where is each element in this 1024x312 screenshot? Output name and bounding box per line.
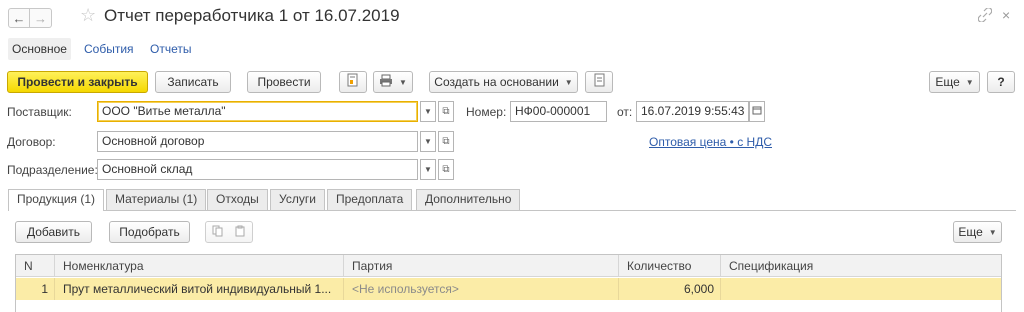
link-icon[interactable] xyxy=(977,7,993,25)
help-button[interactable]: ? xyxy=(987,71,1015,93)
pick-button[interactable]: Подобрать xyxy=(109,221,190,243)
report-button[interactable] xyxy=(339,71,367,93)
more-label: Еще xyxy=(935,75,960,89)
column-header-batch[interactable]: Партия xyxy=(344,255,619,277)
date-label: от: xyxy=(617,105,633,119)
post-button[interactable]: Провести xyxy=(247,71,321,93)
tab-products[interactable]: Продукция (1) xyxy=(8,189,105,211)
cell-batch[interactable]: <Не используется> xyxy=(344,278,619,300)
division-field[interactable]: Основной склад xyxy=(97,159,418,180)
contract-dropdown-button[interactable]: ▼ xyxy=(420,131,436,152)
copy-paste-group[interactable] xyxy=(205,221,253,243)
chevron-down-icon: ▼ xyxy=(965,78,974,87)
open-window-icon: ⧉ xyxy=(442,106,450,117)
section-tab-main[interactable]: Основное xyxy=(8,38,71,60)
number-label: Номер: xyxy=(466,105,507,119)
chevron-down-icon: ▼ xyxy=(424,165,432,174)
price-type-link[interactable]: Оптовая цена • с НДС xyxy=(649,135,772,149)
calendar-button[interactable] xyxy=(749,101,765,122)
add-row-button[interactable]: Добавить xyxy=(15,221,92,243)
tab-waste[interactable]: Отходы xyxy=(207,189,268,210)
copy-icon xyxy=(212,223,224,243)
open-window-icon: ⧉ xyxy=(442,136,450,147)
division-open-button[interactable]: ⧉ xyxy=(438,159,454,180)
create-based-on-label: Создать на основании xyxy=(434,75,559,89)
cell-quantity[interactable]: 6,000 xyxy=(619,278,721,300)
contract-open-button[interactable]: ⧉ xyxy=(438,131,454,152)
column-header-n[interactable]: N xyxy=(16,255,55,277)
supplier-open-button[interactable]: ⧉ xyxy=(438,101,454,122)
structure-button[interactable] xyxy=(585,71,613,93)
create-based-on-button[interactable]: Создать на основании ▼ xyxy=(429,71,578,93)
open-window-icon: ⧉ xyxy=(442,164,450,175)
forward-button[interactable]: → xyxy=(30,8,52,28)
document-structure-icon xyxy=(593,73,606,93)
supplier-dropdown-button[interactable]: ▼ xyxy=(420,101,436,122)
tab-additional[interactable]: Дополнительно xyxy=(416,189,521,210)
favorite-star-icon[interactable]: ☆ xyxy=(80,6,96,24)
chevron-down-icon: ▼ xyxy=(988,228,997,237)
post-and-close-button[interactable]: Провести и закрыть xyxy=(7,71,148,93)
contract-field[interactable]: Основной договор xyxy=(97,131,418,152)
cell-item[interactable]: Прут металлический витой индивидуальный … xyxy=(55,278,344,300)
page-title: Отчет переработчика 1 от 16.07.2019 xyxy=(104,6,400,25)
products-table: N Номенклатура Партия Количество Специфи… xyxy=(15,254,1002,312)
arrow-right-icon: → xyxy=(34,10,47,26)
close-icon[interactable]: × xyxy=(1002,7,1010,23)
print-button[interactable]: ▼ xyxy=(373,71,413,93)
table-more-button[interactable]: Еще ▼ xyxy=(953,221,1002,243)
back-button[interactable]: ← xyxy=(8,8,30,28)
chevron-down-icon: ▼ xyxy=(424,107,432,116)
supplier-label: Поставщик: xyxy=(7,105,72,119)
supplier-field[interactable]: ООО "Витье металла" xyxy=(97,101,418,122)
paste-icon xyxy=(234,223,246,243)
tabs-divider xyxy=(8,210,1016,211)
chevron-down-icon: ▼ xyxy=(399,78,407,87)
document-report-icon xyxy=(346,73,360,93)
division-dropdown-button[interactable]: ▼ xyxy=(420,159,436,180)
tab-services[interactable]: Услуги xyxy=(270,189,325,210)
section-tab-reports[interactable]: Отчеты xyxy=(150,38,191,60)
chevron-down-icon: ▼ xyxy=(424,137,432,146)
table-more-label: Еще xyxy=(958,225,983,239)
number-field[interactable]: НФ00-000001 xyxy=(510,101,607,122)
cell-n[interactable]: 1 xyxy=(16,278,55,300)
section-tab-events[interactable]: События xyxy=(84,38,134,60)
cell-specification[interactable] xyxy=(721,278,1001,300)
tab-materials[interactable]: Материалы (1) xyxy=(106,189,207,210)
tab-prepayment[interactable]: Предоплата xyxy=(327,189,413,210)
more-button[interactable]: Еще ▼ xyxy=(929,71,980,93)
printer-icon xyxy=(379,73,393,93)
column-header-quantity[interactable]: Количество xyxy=(619,255,721,277)
arrow-left-icon: ← xyxy=(12,10,26,26)
chevron-down-icon: ▼ xyxy=(564,78,573,87)
date-field[interactable]: 16.07.2019 9:55:43 xyxy=(636,101,749,122)
division-label: Подразделение: xyxy=(7,163,98,177)
save-button[interactable]: Записать xyxy=(155,71,231,93)
column-header-specification[interactable]: Спецификация xyxy=(721,255,1001,277)
contract-label: Договор: xyxy=(7,135,56,149)
calendar-icon xyxy=(752,106,762,117)
column-header-item[interactable]: Номенклатура xyxy=(55,255,344,277)
